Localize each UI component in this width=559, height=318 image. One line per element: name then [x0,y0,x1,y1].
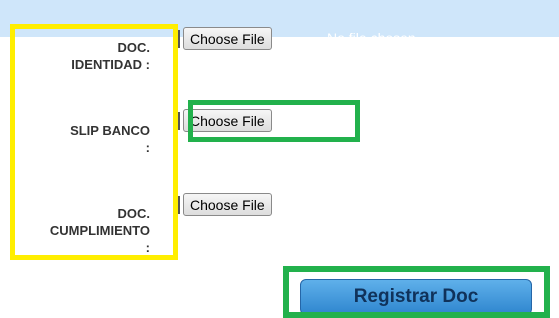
doc-cumplimiento-label: DOC. CUMPLIMIENTO : [49,206,150,255]
registrar-doc-button[interactable]: Registrar Doc [300,279,532,315]
no-file-chosen-text: No file chosen [327,30,416,46]
choose-file-button[interactable]: Choose File [183,109,272,132]
doc-identidad-label: DOC. IDENTIDAD : [71,40,150,72]
doc-cumplimiento-file-input[interactable]: Choose File [178,193,272,216]
choose-file-button[interactable]: Choose File [183,193,272,216]
doc-identidad-file-input[interactable]: Choose File [178,27,272,50]
choose-file-button[interactable]: Choose File [183,27,272,50]
top-band [0,0,559,37]
slip-banco-file-input[interactable]: Choose File [178,109,272,132]
slip-banco-label: SLIP BANCO : [70,123,150,155]
